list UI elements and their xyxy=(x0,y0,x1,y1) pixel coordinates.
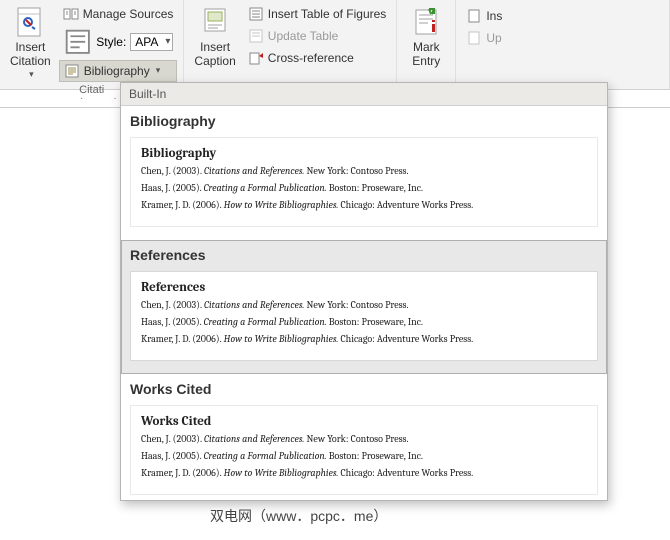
insert-citation-button[interactable]: Insert Citation ▾ xyxy=(4,2,57,84)
gallery-header: Built-In xyxy=(121,83,607,106)
update-table-label: Update Table xyxy=(268,29,339,43)
mark-entry-label: Mark Entry xyxy=(412,40,440,69)
insert-caption-label: Insert Caption xyxy=(194,40,235,69)
gallery-preview: Bibliography Chen, J. (2003). Citations … xyxy=(130,137,598,227)
insert-table-figures-button[interactable]: Insert Table of Figures xyxy=(244,4,391,24)
ribbon: Insert Citation ▾ Manage Sources Style: … xyxy=(0,0,670,90)
document-icon xyxy=(466,30,482,46)
gallery-item-title: References xyxy=(122,241,606,267)
update-clipped-label: Up xyxy=(486,31,501,45)
manage-sources-label: Manage Sources xyxy=(83,7,174,21)
style-select[interactable]: APA xyxy=(130,33,173,51)
gallery-item-works-cited[interactable]: Works Cited Works Cited Chen, J. (2003).… xyxy=(121,374,607,500)
cross-reference-button[interactable]: Cross-reference xyxy=(244,48,391,68)
bibliography-label: Bibliography xyxy=(84,64,150,78)
insert-citation-label: Insert Citation xyxy=(10,40,51,69)
bibliography-icon xyxy=(64,63,80,79)
insert-citation-icon xyxy=(14,6,46,38)
gallery-item-title: Bibliography xyxy=(122,107,606,133)
style-icon xyxy=(63,27,93,57)
gallery-preview: Works Cited Chen, J. (2003). Citations a… xyxy=(130,405,598,495)
style-label: Style: xyxy=(96,35,126,49)
insert-clipped-button[interactable]: Ins xyxy=(462,6,506,26)
watermark: 双电网（www．pcpc．me） xyxy=(210,506,387,526)
manage-sources-icon xyxy=(63,6,79,22)
update-table-button: Update Table xyxy=(244,26,391,46)
document-icon xyxy=(466,8,482,24)
update-table-icon xyxy=(248,28,264,44)
chevron-down-icon: ▾ xyxy=(156,65,161,76)
cross-reference-icon xyxy=(248,50,264,66)
gallery-item-title: Works Cited xyxy=(122,375,606,401)
mark-entry-button[interactable]: Mark Entry xyxy=(401,2,451,73)
table-figures-icon xyxy=(248,6,264,22)
manage-sources-button[interactable]: Manage Sources xyxy=(59,4,178,24)
cross-reference-label: Cross-reference xyxy=(268,51,354,65)
gallery-item-bibliography[interactable]: Bibliography Bibliography Chen, J. (2003… xyxy=(121,106,607,240)
insert-table-figures-label: Insert Table of Figures xyxy=(268,7,387,21)
chevron-down-icon: ▾ xyxy=(29,69,34,80)
bibliography-gallery: Built-In Bibliography Bibliography Chen,… xyxy=(120,82,608,501)
style-value: APA xyxy=(135,35,158,49)
bibliography-button[interactable]: Bibliography ▾ xyxy=(59,60,178,82)
insert-caption-button[interactable]: Insert Caption xyxy=(188,2,241,73)
insert-clipped-label: Ins xyxy=(486,9,502,23)
update-clipped-button: Up xyxy=(462,28,506,48)
mark-entry-icon xyxy=(410,6,442,38)
gallery-preview: References Chen, J. (2003). Citations an… xyxy=(130,271,598,361)
insert-caption-icon xyxy=(199,6,231,38)
gallery-item-references[interactable]: References References Chen, J. (2003). C… xyxy=(121,240,607,374)
